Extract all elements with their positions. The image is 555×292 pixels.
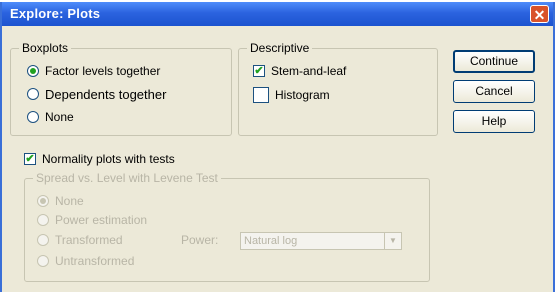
option-label: Power estimation (55, 213, 148, 227)
power-label: Power: (181, 233, 219, 247)
explore-plots-dialog: Explore: Plots ✕ Boxplots Factor levels … (0, 2, 555, 292)
boxplots-legend: Boxplots (19, 41, 72, 55)
radio-spread-none-selected[interactable] (37, 195, 49, 207)
dialog-title: Explore: Plots (10, 6, 101, 21)
spread-level-legend: Spread vs. Level with Levene Test (33, 171, 221, 185)
radio-transformed[interactable] (37, 234, 49, 246)
descriptive-group: Descriptive ✔ Stem-and-leaf Histogram (238, 41, 438, 136)
spread-option-transformed[interactable]: Transformed (37, 232, 123, 248)
boxplots-group: Boxplots Factor levels together Dependen… (10, 41, 232, 136)
option-label: Stem-and-leaf (271, 64, 347, 78)
option-label: Histogram (275, 88, 330, 102)
spread-option-untransformed[interactable]: Untransformed (37, 253, 134, 269)
descriptive-legend: Descriptive (247, 41, 313, 55)
radio-dependents[interactable] (27, 88, 39, 100)
title-bar[interactable]: Explore: Plots ✕ (2, 2, 553, 26)
chevron-down-icon[interactable]: ▼ (384, 233, 401, 249)
spread-option-none[interactable]: None (37, 193, 84, 209)
option-label: Factor levels together (45, 64, 161, 78)
radio-factor-levels-selected[interactable] (27, 65, 39, 77)
spread-level-group: Spread vs. Level with Levene Test None P… (24, 171, 430, 282)
close-button[interactable]: ✕ (530, 5, 549, 23)
stem-and-leaf-checkbox[interactable]: ✔ (253, 65, 265, 77)
option-label: Untransformed (55, 254, 135, 268)
spread-option-power-estimation[interactable]: Power estimation (37, 212, 147, 228)
option-label: None (55, 194, 84, 208)
boxplot-option-factor-levels[interactable]: Factor levels together (27, 63, 160, 79)
continue-button[interactable]: Continue (453, 50, 535, 73)
option-label: Transformed (55, 233, 123, 247)
stem-and-leaf-option[interactable]: ✔ Stem-and-leaf (253, 63, 346, 79)
help-button[interactable]: Help (453, 110, 535, 133)
normality-plots-option[interactable]: ✔ Normality plots with tests (24, 151, 175, 167)
histogram-checkbox[interactable] (253, 87, 269, 103)
radio-untransformed[interactable] (37, 255, 49, 267)
normality-checkbox[interactable]: ✔ (24, 153, 36, 165)
option-label: None (45, 110, 74, 124)
power-select-value: Natural log (244, 235, 298, 247)
option-label: Normality plots with tests (42, 152, 175, 166)
power-select[interactable]: Natural log ▼ (240, 232, 402, 250)
cancel-button[interactable]: Cancel (453, 80, 535, 103)
option-label: Dependents together (45, 86, 167, 102)
radio-power-estimation[interactable] (37, 214, 49, 226)
close-icon: ✕ (533, 7, 546, 23)
boxplot-option-none[interactable]: None (27, 109, 74, 125)
radio-none[interactable] (27, 111, 39, 123)
boxplot-option-dependents[interactable]: Dependents together (27, 86, 166, 102)
histogram-option[interactable]: Histogram (253, 87, 330, 103)
